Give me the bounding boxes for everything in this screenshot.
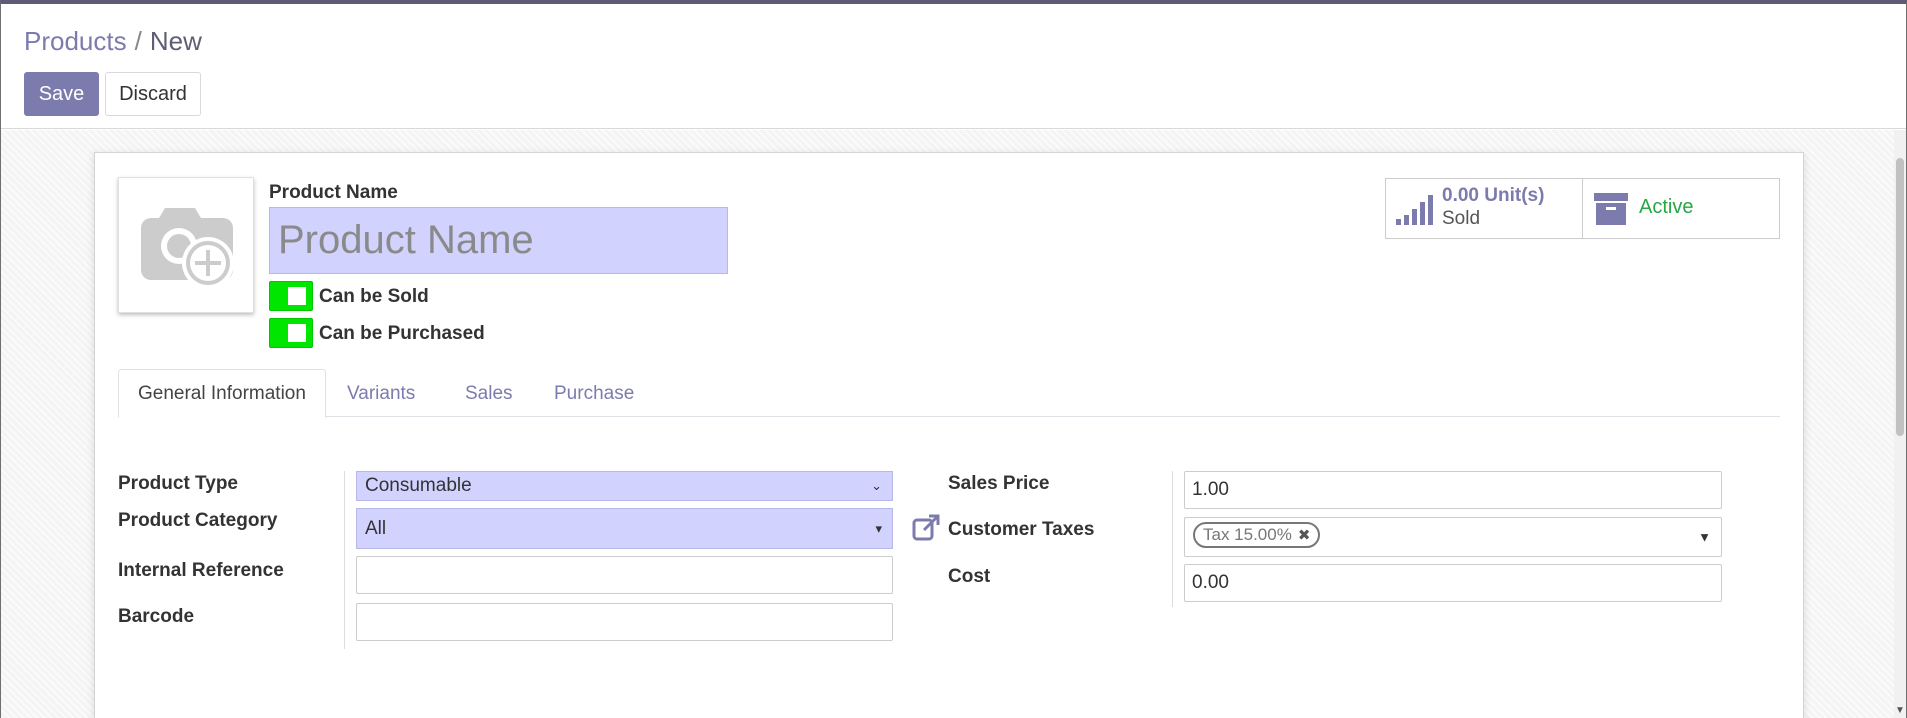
- can-be-sold-label: Can be Sold: [319, 286, 429, 307]
- caret-down-icon: ▾: [875, 520, 882, 536]
- product-name-label: Product Name: [269, 182, 398, 203]
- can-be-sold-toggle[interactable]: [269, 281, 313, 311]
- customer-taxes-input[interactable]: Tax 15.00% ✖ ▼: [1184, 517, 1722, 557]
- archive-box-icon: [1594, 193, 1628, 225]
- sold-smart-button[interactable]: 0.00 Unit(s) Sold: [1385, 178, 1583, 239]
- barcode-label: Barcode: [118, 606, 195, 627]
- internal-reference-input[interactable]: [356, 556, 893, 594]
- caret-down-icon[interactable]: ▼: [1698, 530, 1711, 545]
- column-divider: [1172, 471, 1173, 607]
- sales-price-label: Sales Price: [948, 473, 1050, 494]
- form-view-background: Product Name Can be Sold Can be Purchase…: [1, 130, 1906, 718]
- active-smart-button[interactable]: Active: [1582, 178, 1780, 239]
- external-link-icon[interactable]: [911, 513, 941, 543]
- internal-reference-label: Internal Reference: [118, 560, 284, 581]
- breadcrumb-current: New: [149, 26, 202, 56]
- notebook-tabs: General Information Variants Sales Purch…: [118, 369, 1780, 418]
- remove-tag-icon[interactable]: ✖: [1298, 526, 1311, 544]
- save-button[interactable]: Save: [24, 72, 99, 116]
- scrollbar-thumb[interactable]: [1896, 158, 1904, 436]
- tab-sales[interactable]: Sales: [446, 369, 532, 418]
- tab-purchase[interactable]: Purchase: [535, 369, 653, 418]
- discard-button[interactable]: Discard: [105, 72, 201, 116]
- form-sheet: Product Name Can be Sold Can be Purchase…: [94, 152, 1804, 718]
- tab-general-information[interactable]: General Information: [118, 369, 326, 418]
- vertical-scrollbar[interactable]: ▼: [1894, 130, 1906, 718]
- product-type-label: Product Type: [118, 473, 238, 494]
- sales-price-input[interactable]: 1.00: [1184, 471, 1722, 509]
- product-type-select[interactable]: Consumable ⌄: [356, 471, 893, 501]
- toggle-knob: [288, 287, 306, 305]
- camera-plus-icon: [141, 208, 234, 289]
- customer-taxes-label: Customer Taxes: [948, 519, 1095, 540]
- sold-quantity: 0.00 Unit(s): [1442, 185, 1545, 206]
- tab-variants[interactable]: Variants: [328, 369, 434, 418]
- sold-label: Sold: [1442, 208, 1481, 229]
- product-image-upload[interactable]: [118, 177, 254, 313]
- breadcrumb: Products / New: [24, 26, 202, 57]
- chevron-down-icon: ⌄: [871, 478, 882, 493]
- cost-input[interactable]: 0.00: [1184, 564, 1722, 602]
- signal-bars-icon: [1396, 195, 1433, 225]
- tax-tag: Tax 15.00% ✖: [1193, 522, 1321, 548]
- scroll-down-arrow-icon[interactable]: ▼: [1895, 705, 1905, 716]
- can-be-purchased-toggle[interactable]: [269, 318, 313, 348]
- cost-label: Cost: [948, 566, 991, 587]
- toggle-knob: [288, 324, 306, 342]
- tax-tag-label: Tax 15.00%: [1203, 525, 1292, 544]
- breadcrumb-products-link[interactable]: Products: [24, 26, 127, 56]
- barcode-input[interactable]: [356, 603, 893, 641]
- column-divider: [344, 471, 345, 649]
- active-status-label: Active: [1639, 196, 1694, 218]
- product-type-value: Consumable: [365, 475, 472, 496]
- product-category-select[interactable]: All ▾: [356, 508, 893, 549]
- breadcrumb-separator: /: [134, 26, 142, 56]
- product-category-label: Product Category: [118, 510, 278, 531]
- control-panel: Products / New Save Discard: [1, 4, 1906, 129]
- product-name-input[interactable]: [269, 207, 728, 274]
- can-be-purchased-label: Can be Purchased: [319, 323, 485, 344]
- product-category-value: All: [365, 517, 387, 539]
